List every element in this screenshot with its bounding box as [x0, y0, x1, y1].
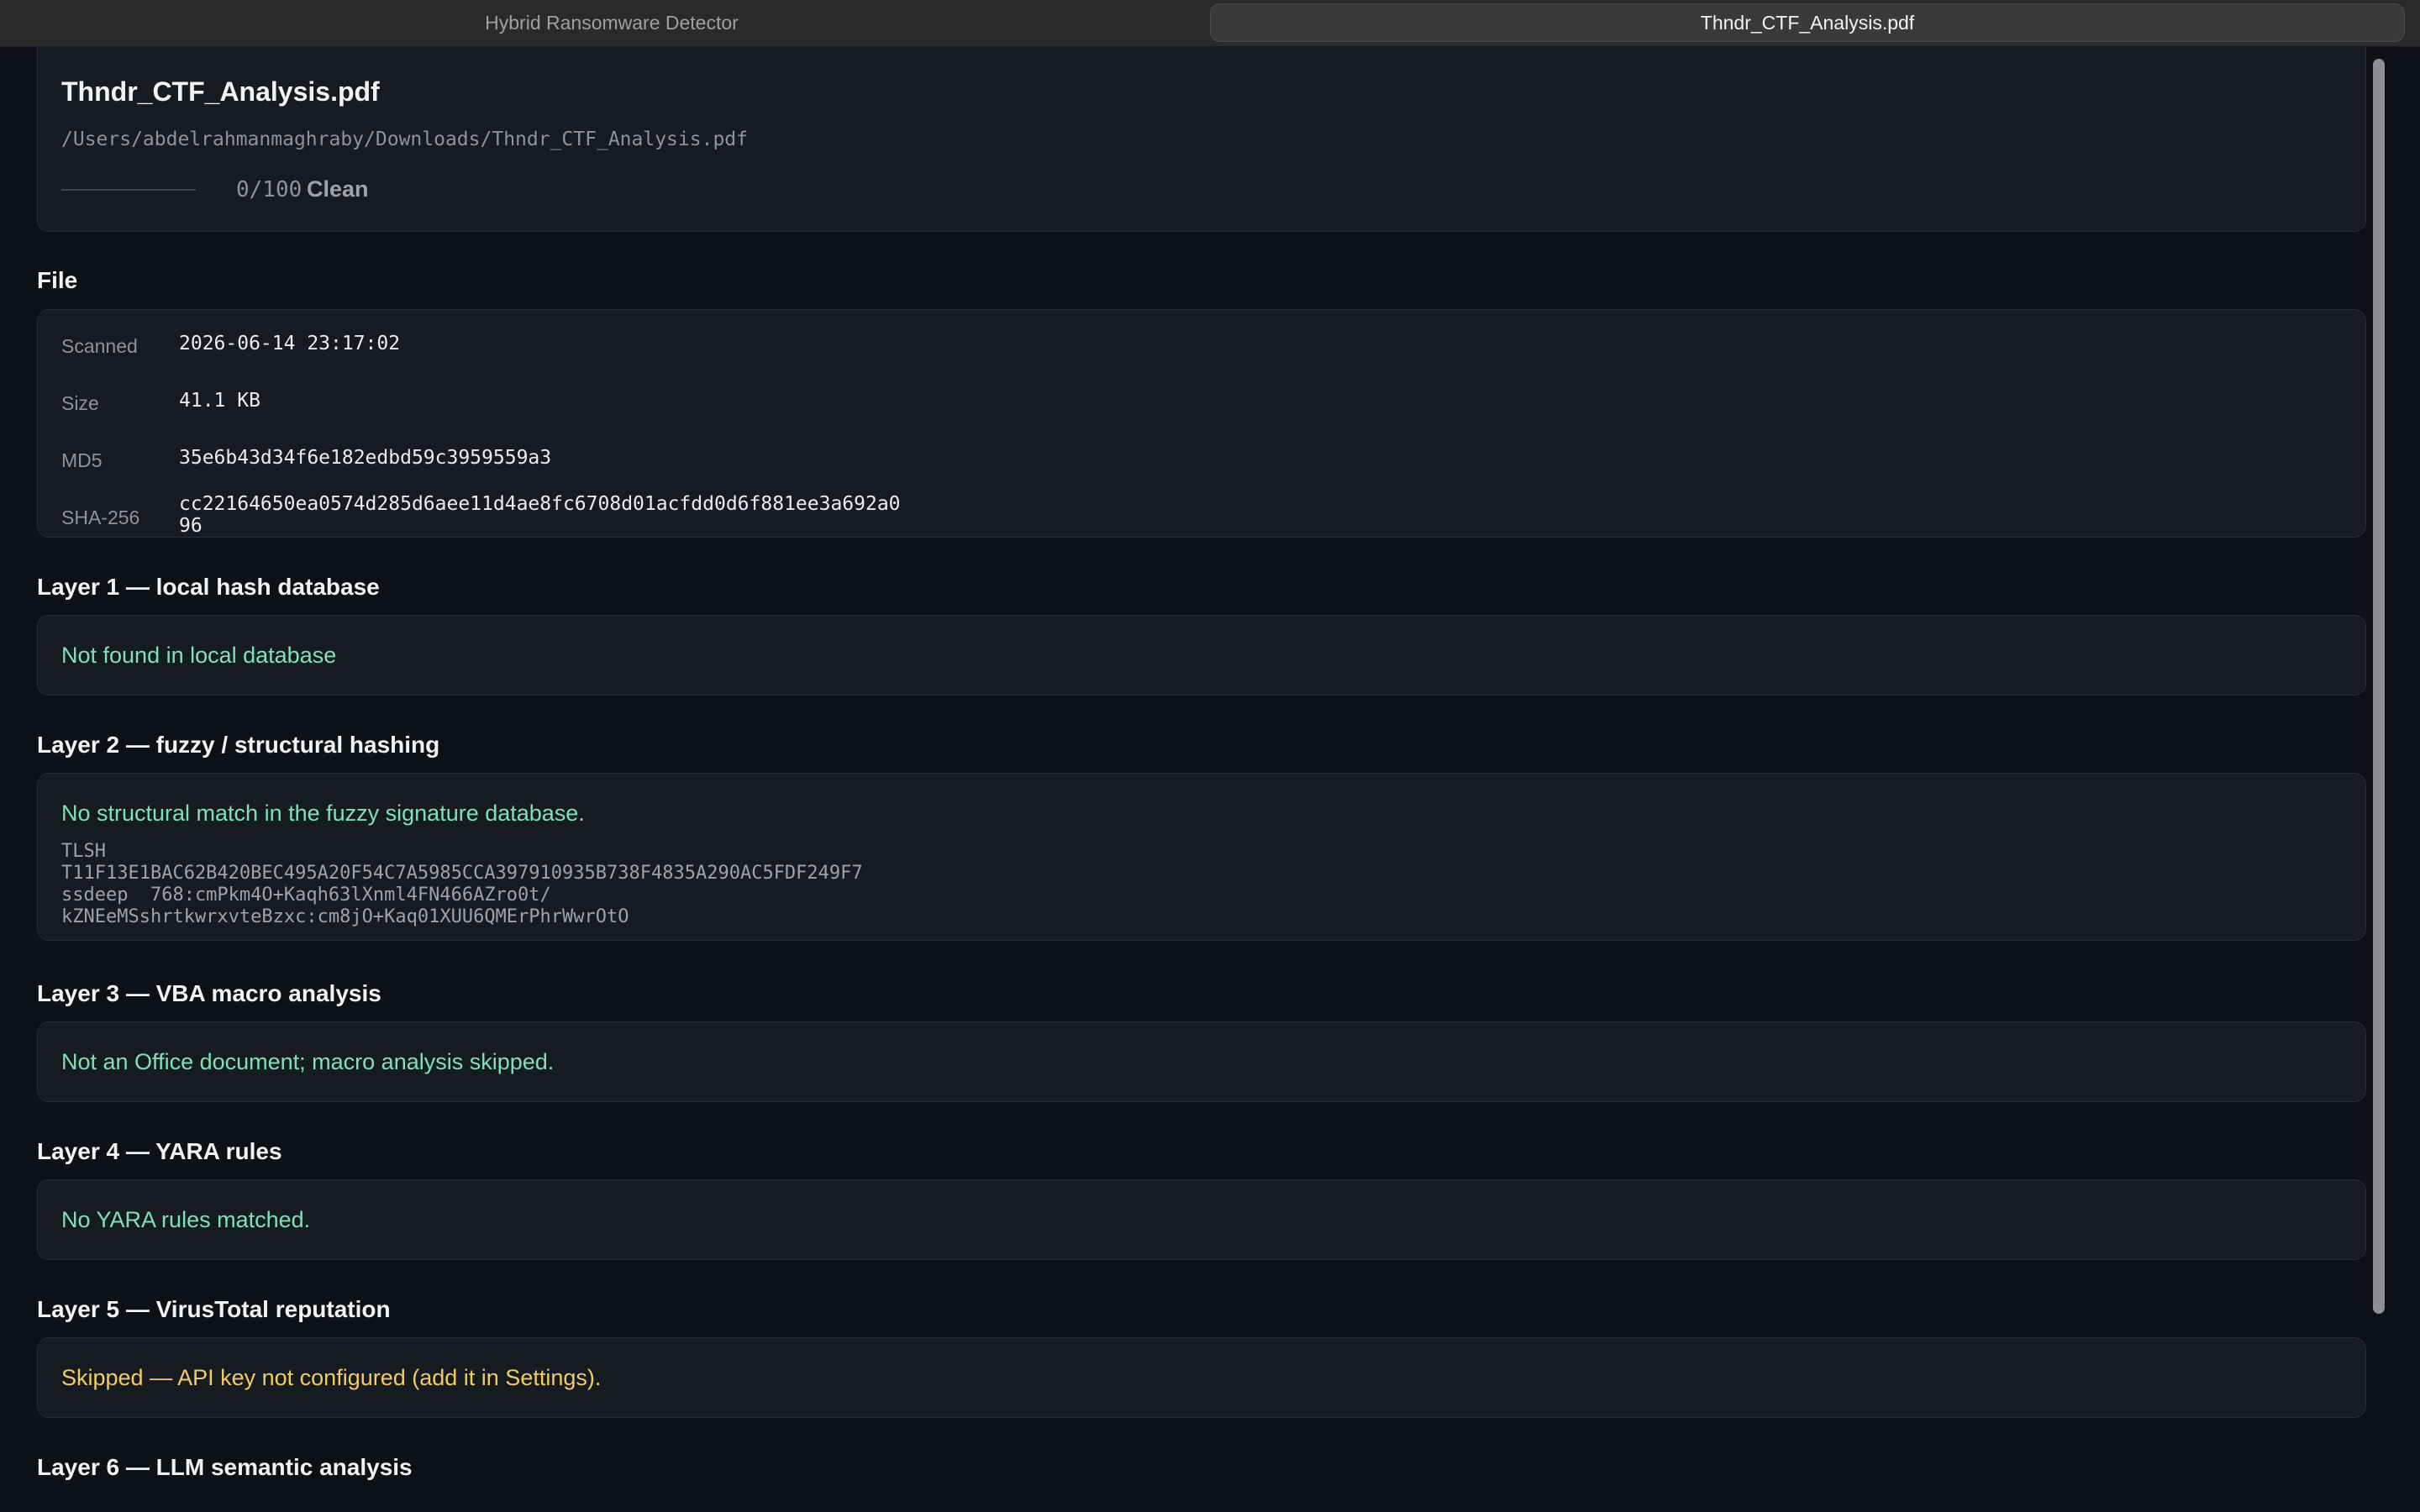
section-title-layer-3: Layer 3 — VBA macro analysis	[37, 980, 381, 1006]
layer-4-result: No YARA rules matched.	[61, 1207, 311, 1232]
scanned-label: Scanned	[61, 335, 138, 357]
scanned-value: 2026-06-14 23:17:02	[179, 333, 401, 354]
size-label: Size	[61, 392, 99, 414]
risk-score-value: 0/100	[236, 177, 302, 202]
file-details-card: Scanned 2026-06-14 23:17:02 Size 41.1 KB…	[37, 309, 2366, 538]
md5-value: 35e6b43d34f6e182edbd59c3959559a3	[179, 447, 552, 469]
scrollbar-thumb[interactable]	[2373, 59, 2385, 1314]
section-title-file: File	[37, 267, 78, 293]
layer-5-card: Skipped — API key not configured (add it…	[37, 1337, 2366, 1418]
tab-bar: Hybrid Ransomware Detector Thndr_CTF_Ana…	[0, 0, 2420, 47]
layer-1-result: Not found in local database	[61, 643, 337, 668]
tlsh-label: TLSH	[61, 841, 106, 862]
sha256-value-continued: 96	[179, 515, 203, 537]
report-content: Thndr_CTF_Analysis.pdf /Users/abdelrahma…	[0, 47, 2375, 1512]
layer-3-card: Not an Office document; macro analysis s…	[37, 1021, 2366, 1102]
section-title-layer-5: Layer 5 — VirusTotal reputation	[37, 1296, 391, 1322]
layer-2-card: No structural match in the fuzzy signatu…	[37, 773, 2366, 941]
tab-thndr-ctf-analysis[interactable]: Thndr_CTF_Analysis.pdf	[1210, 3, 2405, 42]
layer-4-card: No YARA rules matched.	[37, 1179, 2366, 1260]
layer-3-result: Not an Office document; macro analysis s…	[61, 1049, 555, 1074]
file-title: Thndr_CTF_Analysis.pdf	[61, 76, 380, 107]
tab-hybrid-ransomware-detector[interactable]: Hybrid Ransomware Detector	[13, 3, 1210, 42]
size-value: 41.1 KB	[179, 390, 260, 412]
layer-5-result: Skipped — API key not configured (add it…	[61, 1365, 602, 1390]
layer-1-card: Not found in local database	[37, 615, 2366, 696]
layer-2-result: No structural match in the fuzzy signatu…	[61, 801, 585, 826]
fuzzy-hash-values: TLSH T11F13E1BAC62B420BEC495A20F54C7A5985…	[61, 841, 863, 928]
ssdeep-value: ssdeep 768:cmPkm4O+Kaqh63lXnml4FN466AZro…	[61, 885, 551, 906]
file-path: /Users/abdelrahmanmaghraby/Downloads/Thn…	[61, 129, 748, 150]
md5-label: MD5	[61, 449, 103, 471]
risk-score-bar	[61, 189, 196, 191]
section-title-layer-4: Layer 4 — YARA rules	[37, 1138, 282, 1164]
tlsh-value: T11F13E1BAC62B420BEC495A20F54C7A5985CCA3…	[61, 863, 863, 884]
section-title-layer-1: Layer 1 — local hash database	[37, 574, 380, 600]
ssdeep-value-continued: kZNEeMSshrtkwrxvteBzxc:cm8jO+Kaq01XUU6QM…	[61, 906, 629, 927]
section-title-layer-6: Layer 6 — LLM semantic analysis	[37, 1454, 413, 1480]
section-title-layer-2: Layer 2 — fuzzy / structural hashing	[37, 732, 440, 758]
verdict-label: Clean	[307, 176, 369, 202]
sha256-value: cc22164650ea0574d285d6aee11d4ae8fc6708d0…	[179, 493, 901, 515]
file-summary-card: Thndr_CTF_Analysis.pdf /Users/abdelrahma…	[37, 47, 2366, 232]
sha256-label: SHA-256	[61, 507, 140, 528]
